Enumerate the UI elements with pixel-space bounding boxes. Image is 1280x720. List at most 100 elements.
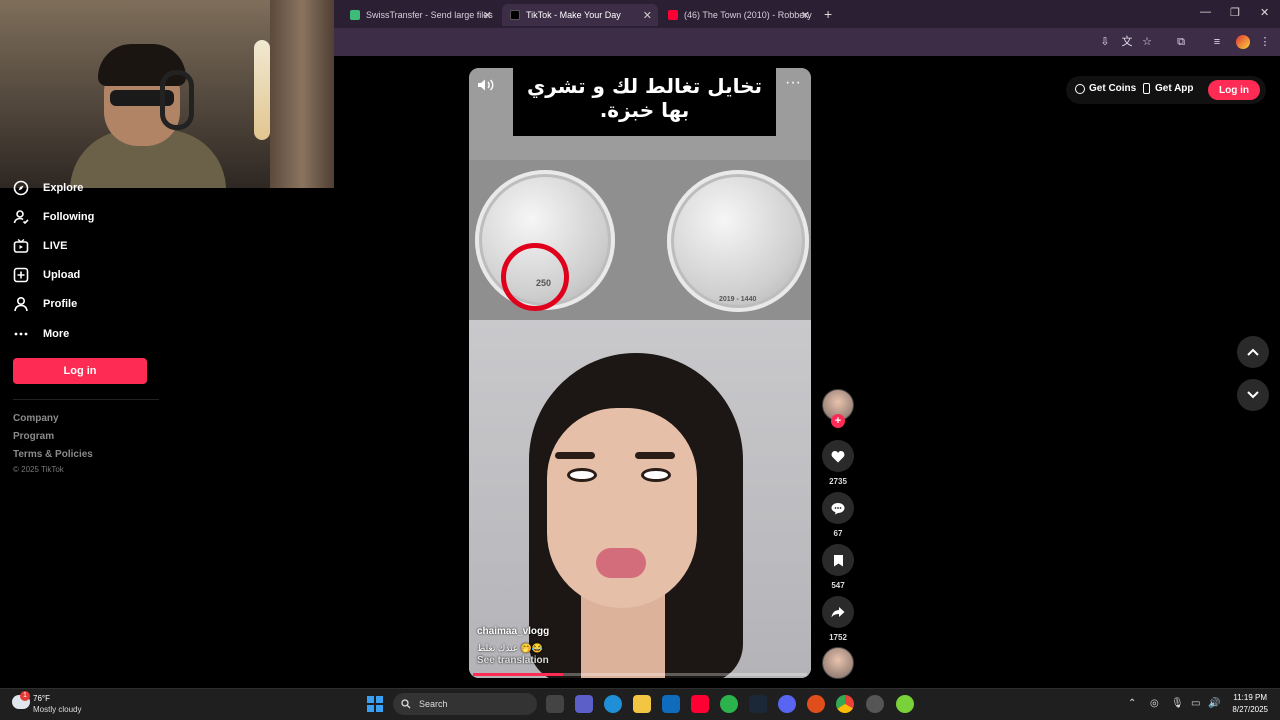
share-count: 1752 xyxy=(829,633,847,642)
close-icon[interactable]: ✕ xyxy=(801,9,810,22)
tab-youtube[interactable]: (46) The Town (2010) - Robbery ✕ xyxy=(660,4,816,26)
new-tab-button[interactable]: + xyxy=(824,6,832,22)
tab-tiktok[interactable]: TikTok - Make Your Day ✕ xyxy=(502,4,658,26)
windows-start-icon[interactable] xyxy=(367,696,383,712)
tray-chevron-up-icon[interactable]: ⌃ xyxy=(1128,698,1136,709)
taskbar-time[interactable]: 11:19 PM xyxy=(1231,693,1267,702)
discord-icon[interactable] xyxy=(778,695,796,713)
chrome-icon[interactable] xyxy=(836,695,854,713)
xbox-icon[interactable] xyxy=(896,695,914,713)
edge-icon[interactable] xyxy=(604,695,622,713)
save-button[interactable] xyxy=(822,544,854,576)
sidebar-item-upload[interactable]: Upload xyxy=(13,265,80,285)
speaker-icon[interactable]: 🔊 xyxy=(1208,698,1220,709)
youtube-app-icon[interactable] xyxy=(691,695,709,713)
sidebar-item-profile[interactable]: Profile xyxy=(13,294,77,314)
restore-icon[interactable]: ❐ xyxy=(1230,6,1240,19)
display-icon[interactable]: ▭ xyxy=(1191,698,1200,709)
steam-icon[interactable] xyxy=(749,695,767,713)
sidebar-item-more[interactable]: More xyxy=(13,324,69,344)
sidebar-item-following[interactable]: Following xyxy=(13,207,94,227)
webcam-overlay xyxy=(0,0,334,188)
settings-gear-icon[interactable] xyxy=(866,695,884,713)
teams-icon[interactable] xyxy=(575,695,593,713)
taskbar-date[interactable]: 8/27/2025 xyxy=(1226,705,1268,714)
extensions-icon[interactable]: ⧉ xyxy=(1174,35,1188,49)
coin-icon xyxy=(1075,83,1085,94)
creator-face-image xyxy=(547,408,697,608)
see-translation-link[interactable]: See translation xyxy=(477,655,549,666)
microphone-icon[interactable]: 🎙 xyxy=(1171,698,1184,709)
right-eye-image xyxy=(641,468,671,482)
chevron-up-icon xyxy=(1247,348,1259,356)
taskbar-search[interactable]: Search xyxy=(393,693,537,715)
footer-link-company[interactable]: Company xyxy=(13,413,59,424)
tab-label: (46) The Town (2010) - Robbery xyxy=(684,10,812,20)
video-player[interactable]: تخايل تغالط لك و تشري بها خبزة. 250 2019… xyxy=(469,68,811,678)
previous-video-button[interactable] xyxy=(1237,336,1269,368)
next-video-button[interactable] xyxy=(1237,379,1269,411)
video-progress-bar[interactable] xyxy=(473,673,807,676)
lips-image xyxy=(596,548,646,578)
comment-icon xyxy=(831,502,845,514)
whatsapp-icon[interactable] xyxy=(720,695,738,713)
coin-year-text: 2019 - 1440 xyxy=(719,296,757,303)
search-placeholder: Search xyxy=(419,699,448,709)
video-caption: تخايل تغالط لك و تشري بها خبزة. xyxy=(513,68,776,136)
curtain-image xyxy=(270,0,334,188)
video-username[interactable]: chaimaa_vlogg xyxy=(477,626,549,637)
footer-link-terms[interactable]: Terms & Policies xyxy=(13,449,93,460)
close-icon[interactable]: ✕ xyxy=(643,9,652,22)
save-count: 547 xyxy=(831,581,845,590)
sidebar-item-label: Upload xyxy=(43,269,81,281)
get-app-label: Get App xyxy=(1155,83,1194,94)
sidebar-item-explore[interactable]: Explore xyxy=(13,178,83,198)
get-coins-button[interactable]: Get Coins xyxy=(1075,83,1136,94)
sound-avatar[interactable] xyxy=(822,647,854,679)
left-brow-image xyxy=(555,452,595,459)
tray-app-icon[interactable]: ◎ xyxy=(1150,698,1159,709)
tab-label: SwissTransfer - Send large files xyxy=(366,10,493,20)
follow-plus-icon[interactable]: + xyxy=(831,414,845,428)
heart-icon xyxy=(831,450,845,462)
sidebar-divider xyxy=(13,399,159,400)
outlook-icon[interactable] xyxy=(662,695,680,713)
profile-avatar-icon[interactable] xyxy=(1236,35,1250,49)
tab-label: TikTok - Make Your Day xyxy=(526,10,621,20)
comment-button[interactable] xyxy=(822,492,854,524)
minimize-icon[interactable]: — xyxy=(1200,6,1211,18)
browser-toolbar: ⇩ 文 ☆ ⧉ ≡ ⋮ xyxy=(334,28,1280,56)
media-control-icon[interactable]: ≡ xyxy=(1210,35,1224,49)
window-close-icon[interactable]: ✕ xyxy=(1260,6,1269,19)
footer-link-program[interactable]: Program xyxy=(13,431,54,442)
game-app-icon[interactable] xyxy=(807,695,825,713)
share-button[interactable] xyxy=(822,596,854,628)
more-options-icon[interactable]: ··· xyxy=(785,74,801,92)
sidebar-login-button[interactable]: Log in xyxy=(13,358,147,384)
weather-description[interactable]: Mostly cloudy xyxy=(33,705,81,714)
close-icon[interactable]: ✕ xyxy=(483,9,492,22)
task-view-icon[interactable] xyxy=(546,695,564,713)
person-follow-icon xyxy=(13,210,29,225)
more-dots-icon xyxy=(14,332,28,336)
menu-kebab-icon[interactable]: ⋮ xyxy=(1258,35,1272,49)
tab-swisstransfer[interactable]: SwissTransfer - Send large files ✕ xyxy=(342,4,498,26)
weather-temperature[interactable]: 76°F xyxy=(33,694,50,703)
sidebar-item-label: Profile xyxy=(43,298,78,310)
bookmark-star-icon[interactable]: ☆ xyxy=(1140,35,1154,49)
get-app-button[interactable]: Get App xyxy=(1143,83,1194,94)
top-login-button[interactable]: Log in xyxy=(1208,80,1260,100)
search-icon xyxy=(401,699,411,709)
file-explorer-icon[interactable] xyxy=(633,695,651,713)
translate-icon[interactable]: 文 xyxy=(1120,35,1134,49)
plus-square-icon xyxy=(13,267,29,283)
like-button[interactable] xyxy=(822,440,854,472)
volume-icon[interactable] xyxy=(477,78,495,92)
install-app-icon[interactable]: ⇩ xyxy=(1098,35,1112,49)
sidebar-item-live[interactable]: LIVE xyxy=(13,236,67,256)
chevron-down-icon xyxy=(1247,391,1259,399)
sidebar-item-label: More xyxy=(43,328,70,340)
sidebar-item-label: LIVE xyxy=(43,240,68,252)
phone-icon xyxy=(1143,83,1150,94)
screen: SwissTransfer - Send large files ✕ TikTo… xyxy=(0,0,1280,720)
